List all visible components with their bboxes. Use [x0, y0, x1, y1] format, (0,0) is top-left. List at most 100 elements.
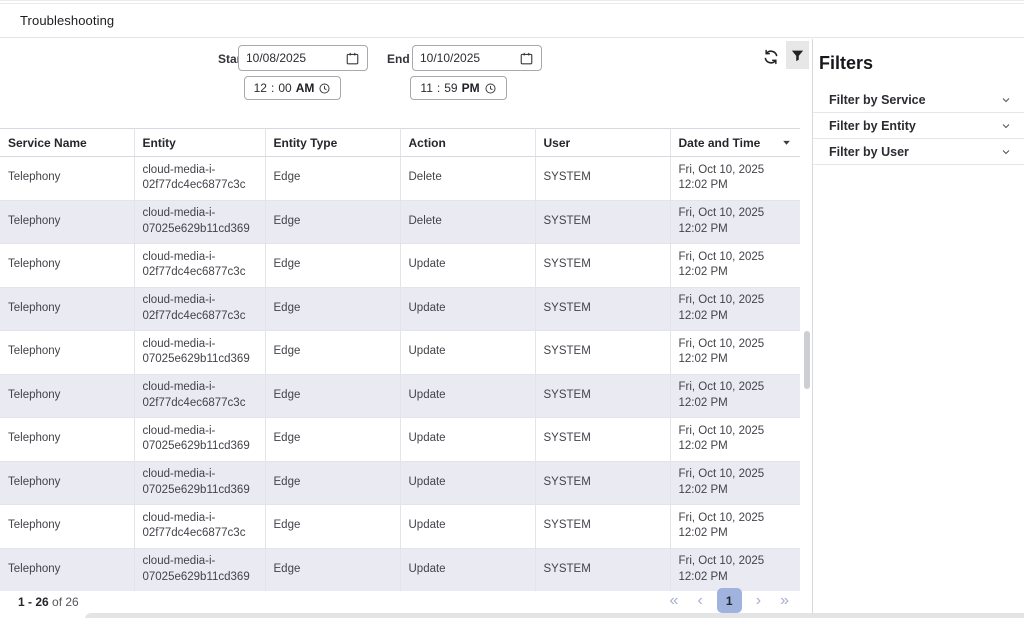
- cell-action: Delete: [400, 200, 535, 244]
- cell-service-name: Telephony: [0, 157, 134, 201]
- filters-panel: Filters Filter by Service Filter by Enti…: [812, 39, 1024, 618]
- cell-entity-type: Edge: [265, 505, 400, 549]
- end-hour[interactable]: 11: [420, 81, 432, 95]
- cell-date-time: Fri, Oct 10, 2025 12:02 PM: [670, 505, 800, 549]
- calendar-icon[interactable]: [345, 51, 360, 66]
- col-service-name[interactable]: Service Name: [0, 129, 134, 157]
- cell-entity: cloud-media-i-07025e629b11cd369: [134, 331, 265, 375]
- table-row[interactable]: Telephony cloud-media-i-07025e629b11cd36…: [0, 200, 800, 244]
- cell-entity-type: Edge: [265, 418, 400, 462]
- cell-date-time: Fri, Oct 10, 2025 12:02 PM: [670, 418, 800, 462]
- cell-action: Update: [400, 505, 535, 549]
- cell-entity: cloud-media-i-02f77dc4ec6877c3c: [134, 287, 265, 331]
- sort-desc-icon[interactable]: [781, 137, 792, 148]
- table-row[interactable]: Telephony cloud-media-i-02f77dc4ec6877c3…: [0, 157, 800, 201]
- table-row[interactable]: Telephony cloud-media-i-02f77dc4ec6877c3…: [0, 374, 800, 418]
- start-meridiem[interactable]: AM: [296, 81, 315, 95]
- col-entity[interactable]: Entity: [134, 129, 265, 157]
- cell-entity-type: Edge: [265, 157, 400, 201]
- start-date-field[interactable]: [246, 51, 341, 65]
- cell-user: SYSTEM: [535, 505, 670, 549]
- cell-entity-type: Edge: [265, 331, 400, 375]
- tab-bar: Troubleshooting: [0, 3, 1024, 38]
- cell-action: Update: [400, 548, 535, 592]
- cell-service-name: Telephony: [0, 418, 134, 462]
- table-row[interactable]: Telephony cloud-media-i-02f77dc4ec6877c3…: [0, 505, 800, 549]
- cell-user: SYSTEM: [535, 157, 670, 201]
- cell-entity-type: Edge: [265, 548, 400, 592]
- cell-entity: cloud-media-i-07025e629b11cd369: [134, 200, 265, 244]
- start-hour[interactable]: 12: [254, 81, 267, 95]
- current-page-button[interactable]: 1: [717, 588, 742, 613]
- cell-action: Update: [400, 287, 535, 331]
- clock-icon[interactable]: [484, 82, 497, 95]
- filter-toggle-button[interactable]: [786, 41, 809, 69]
- cell-action: Delete: [400, 157, 535, 201]
- table-row[interactable]: Telephony cloud-media-i-02f77dc4ec6877c3…: [0, 244, 800, 288]
- cell-service-name: Telephony: [0, 548, 134, 592]
- cell-entity-type: Edge: [265, 374, 400, 418]
- cell-entity: cloud-media-i-02f77dc4ec6877c3c: [134, 157, 265, 201]
- end-minute[interactable]: 59: [444, 81, 457, 95]
- previous-page-button[interactable]: ‹: [692, 591, 707, 611]
- cell-action: Update: [400, 418, 535, 462]
- cell-user: SYSTEM: [535, 418, 670, 462]
- calendar-icon[interactable]: [519, 51, 534, 66]
- bottom-window-edge: [85, 613, 1024, 618]
- col-date-time[interactable]: Date and Time: [670, 129, 800, 157]
- cell-date-time: Fri, Oct 10, 2025 12:02 PM: [670, 461, 800, 505]
- cell-service-name: Telephony: [0, 244, 134, 288]
- table-row[interactable]: Telephony cloud-media-i-07025e629b11cd36…: [0, 548, 800, 592]
- cell-date-time: Fri, Oct 10, 2025 12:02 PM: [670, 157, 800, 201]
- table-row[interactable]: Telephony cloud-media-i-02f77dc4ec6877c3…: [0, 287, 800, 331]
- next-page-button[interactable]: ›: [751, 591, 766, 611]
- cell-entity-type: Edge: [265, 461, 400, 505]
- refresh-button[interactable]: [760, 46, 782, 68]
- end-date-input[interactable]: [412, 45, 542, 71]
- cell-entity: cloud-media-i-02f77dc4ec6877c3c: [134, 505, 265, 549]
- cell-service-name: Telephony: [0, 331, 134, 375]
- filter-by-entity-accordion[interactable]: Filter by Entity: [813, 113, 1024, 139]
- start-minute[interactable]: 00: [278, 81, 291, 95]
- col-user[interactable]: User: [535, 129, 670, 157]
- cell-user: SYSTEM: [535, 331, 670, 375]
- filter-by-user-accordion[interactable]: Filter by User: [813, 139, 1024, 165]
- chevron-down-icon: [1000, 146, 1012, 158]
- cell-user: SYSTEM: [535, 200, 670, 244]
- cell-date-time: Fri, Oct 10, 2025 12:02 PM: [670, 548, 800, 592]
- end-time-input[interactable]: 11 : 59 PM: [410, 76, 507, 100]
- cell-user: SYSTEM: [535, 287, 670, 331]
- col-entity-type[interactable]: Entity Type: [265, 129, 400, 157]
- time-separator: :: [271, 81, 274, 95]
- result-count: 1 - 26 of 26: [18, 595, 79, 609]
- clock-icon[interactable]: [318, 82, 331, 95]
- first-page-button[interactable]: «: [665, 591, 684, 611]
- cell-user: SYSTEM: [535, 461, 670, 505]
- cell-action: Update: [400, 461, 535, 505]
- cell-user: SYSTEM: [535, 374, 670, 418]
- last-page-button[interactable]: »: [775, 591, 794, 611]
- refresh-icon: [762, 48, 780, 66]
- col-action[interactable]: Action: [400, 129, 535, 157]
- start-time-input[interactable]: 12 : 00 AM: [244, 76, 341, 100]
- cell-service-name: Telephony: [0, 374, 134, 418]
- tab-troubleshooting[interactable]: Troubleshooting: [20, 13, 114, 28]
- table-row[interactable]: Telephony cloud-media-i-07025e629b11cd36…: [0, 418, 800, 462]
- cell-service-name: Telephony: [0, 505, 134, 549]
- cell-entity: cloud-media-i-07025e629b11cd369: [134, 461, 265, 505]
- end-meridiem[interactable]: PM: [462, 81, 480, 95]
- table-row[interactable]: Telephony cloud-media-i-07025e629b11cd36…: [0, 461, 800, 505]
- table-row[interactable]: Telephony cloud-media-i-07025e629b11cd36…: [0, 331, 800, 375]
- cell-entity: cloud-media-i-07025e629b11cd369: [134, 418, 265, 462]
- cell-date-time: Fri, Oct 10, 2025 12:02 PM: [670, 331, 800, 375]
- cell-entity-type: Edge: [265, 244, 400, 288]
- cell-entity-type: Edge: [265, 200, 400, 244]
- end-date-field[interactable]: [420, 51, 515, 65]
- filter-by-service-accordion[interactable]: Filter by Service: [813, 87, 1024, 113]
- troubleshooting-page: Troubleshooting Start 12 : 00 AM End: [0, 0, 1024, 618]
- chevron-down-icon: [1000, 120, 1012, 132]
- vertical-scrollbar[interactable]: [804, 331, 810, 389]
- start-date-input[interactable]: [238, 45, 368, 71]
- cell-service-name: Telephony: [0, 200, 134, 244]
- cell-action: Update: [400, 244, 535, 288]
